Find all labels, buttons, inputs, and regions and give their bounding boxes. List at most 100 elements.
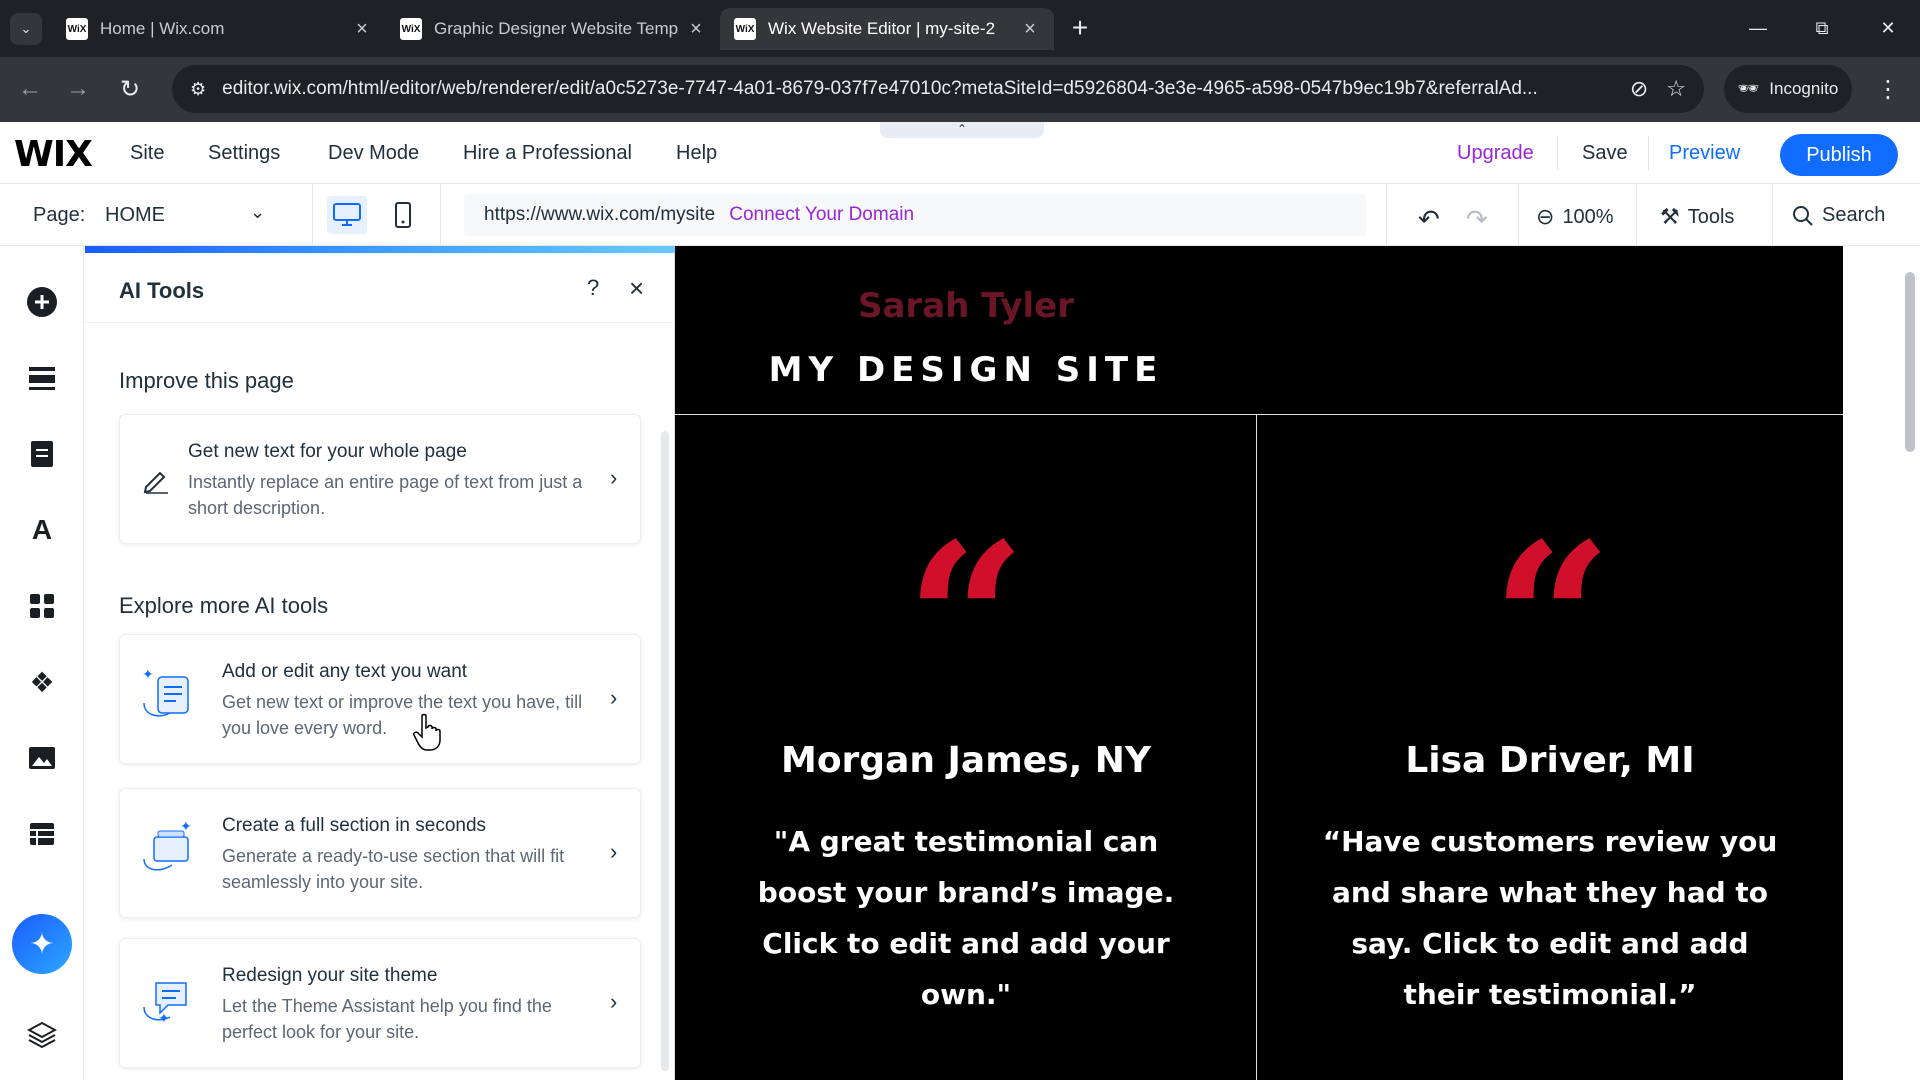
business-tools-button[interactable]: ❖ [22,662,62,702]
collapse-toolbar-handle[interactable]: ⌃ [880,122,1044,138]
page-icon [31,441,53,467]
menu-settings[interactable]: Settings [208,142,280,165]
header-divider [675,414,1843,415]
menu-hire-professional[interactable]: Hire a Professional [463,142,632,165]
close-icon[interactable]: × [352,18,372,41]
browser-tab-bar: ⌄ WiX Home | Wix.com × WiX Graphic Desig… [0,0,1920,57]
site-design-button[interactable]: A [22,510,62,550]
help-icon[interactable]: ? [587,275,599,301]
address-url[interactable]: editor.wix.com/html/editor/web/renderer/… [222,78,1612,100]
card-description: Get new text or improve the text you hav… [222,692,583,738]
close-icon[interactable]: × [686,18,706,41]
wix-favicon-icon: WiX [66,18,88,40]
connect-domain-link[interactable]: Connect Your Domain [729,204,914,226]
page-label: Page: [33,204,86,226]
divider [1518,184,1519,246]
card-redesign-theme[interactable]: ✦ Redesign your site theme Let the Theme… [119,938,641,1068]
quote-mark-icon[interactable]: “ [816,516,1116,726]
card-create-section[interactable]: ✦ Create a full section in seconds Gener… [119,788,641,918]
site-brand-name[interactable]: Sarah Tyler [675,286,1257,326]
desktop-view-button[interactable] [327,196,367,234]
menu-site[interactable]: Site [130,142,164,165]
panel-scrollbar[interactable] [661,431,669,1071]
minimize-icon[interactable]: — [1736,8,1780,48]
cms-button[interactable] [22,814,62,854]
layers-icon [27,1021,57,1048]
svg-text:✦: ✦ [142,666,154,682]
testimonial-text[interactable]: "A great testimonial can boost your bran… [675,816,1257,1020]
chevron-right-icon: › [610,839,618,864]
card-title: Add or edit any text you want [222,661,468,682]
text-document-ai-icon: ✦ [142,666,189,717]
testimonial-text[interactable]: “Have customers review you and share wha… [1259,816,1841,1020]
apps-button[interactable] [22,586,62,626]
forward-arrow-icon[interactable]: → [60,71,96,107]
tools-button[interactable]: ⚒ Tools [1660,204,1734,230]
pages-button[interactable] [22,434,62,474]
browser-tab-editor[interactable]: WiX Wix Website Editor | my-site-2 × [720,8,1054,50]
incognito-badge[interactable]: 🕶 Incognito [1724,65,1852,113]
new-tab-button[interactable]: + [1064,12,1096,44]
sparkle-icon: ✦ [29,927,55,961]
redo-button[interactable]: ↷ [1466,204,1488,235]
tab-title: Graphic Designer Website Temp [434,19,679,38]
site-title[interactable]: MY DESIGN SITE [675,350,1257,390]
add-section-button[interactable] [22,358,62,398]
svg-text:✦: ✦ [180,818,192,834]
browser-tab-templates[interactable]: WiX Graphic Designer Website Temp × [386,8,720,50]
save-button[interactable]: Save [1582,142,1628,165]
divider [1386,184,1387,246]
chevron-down-icon[interactable]: ⌄ [250,202,265,223]
mobile-view-button[interactable] [383,196,423,234]
wix-logo[interactable]: WIX [14,134,93,175]
reload-icon[interactable]: ↻ [112,71,148,107]
browser-menu-icon[interactable]: ⋮ [1872,73,1904,105]
media-button[interactable] [22,738,62,778]
back-arrow-icon[interactable]: ← [12,71,48,107]
close-icon[interactable]: × [1020,18,1040,41]
tab-search-button[interactable]: ⌄ [10,13,42,45]
preview-button[interactable]: Preview [1669,142,1740,165]
window-close-icon[interactable]: ✕ [1866,8,1910,48]
menu-help[interactable]: Help [676,142,717,165]
site-settings-icon[interactable]: ⚙ [190,79,206,100]
address-bar[interactable]: ⚙ editor.wix.com/html/editor/web/rendere… [172,65,1704,113]
mobile-icon [395,202,411,228]
upgrade-link[interactable]: Upgrade [1457,142,1534,165]
wix-favicon-icon: WiX [734,18,756,40]
ai-tools-panel: AI Tools ? × Improve this page Get new t… [85,246,675,1080]
zoom-level: 100% [1562,205,1614,228]
layers-button[interactable] [22,1014,62,1054]
panel-title: AI Tools [119,278,205,303]
canvas-scrollbar-thumb[interactable] [1905,272,1915,452]
section-title-explore: Explore more AI tools [119,593,329,618]
pencil-sparkle-icon [143,471,168,494]
testimonial-name[interactable]: Morgan James, NY [675,740,1257,781]
card-description: Instantly replace an entire page of text… [188,472,583,518]
browser-tab-home[interactable]: WiX Home | Wix.com × [52,8,386,50]
card-add-edit-text[interactable]: ✦ Add or edit any text you want Get new … [119,634,641,764]
restore-icon[interactable]: ⧉ [1800,8,1844,48]
hand-cursor-icon [413,713,441,751]
bookmark-star-icon[interactable]: ☆ [1666,76,1686,102]
quote-mark-icon[interactable]: “ [1402,516,1702,726]
card-description: Let the Theme Assistant help you find th… [222,996,552,1042]
undo-button[interactable]: ↶ [1418,204,1440,235]
ai-tools-button[interactable]: ✦ [12,914,72,974]
search-button[interactable]: Search [1792,204,1885,227]
card-new-page-text[interactable]: Get new text for your whole page Instant… [119,414,641,544]
left-tool-rail: A ❖ ✦ [0,246,84,1080]
card-description: Generate a ready-to-use section that wil… [222,846,565,892]
table-icon [30,823,54,845]
publish-button[interactable]: Publish [1780,134,1898,176]
site-canvas[interactable]: Sarah Tyler MY DESIGN SITE “ Morgan Jame… [675,246,1843,1080]
add-elements-button[interactable] [22,282,62,322]
menu-dev-mode[interactable]: Dev Mode [328,142,419,165]
divider [440,184,441,246]
close-icon[interactable]: × [629,273,644,304]
zoom-button[interactable]: ⊖ 100% [1536,204,1614,230]
page-selector[interactable]: HOME [105,204,165,227]
testimonial-name[interactable]: Lisa Driver, MI [1259,740,1841,781]
eye-slash-icon[interactable]: ⊘ [1630,76,1648,102]
puzzle-icon: ❖ [29,666,55,698]
